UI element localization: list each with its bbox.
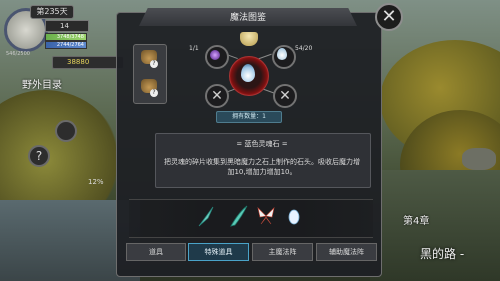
close-icon: ✕ — [381, 6, 397, 27]
item-strip — [129, 199, 373, 238]
blade-feather-icon[interactable] — [196, 204, 216, 228]
purple-orb-icon — [210, 50, 220, 60]
quantity-owned: 拥有数量：1 — [216, 111, 282, 123]
day-counter: 第235天 — [30, 5, 74, 19]
road-ground — [370, 170, 500, 281]
xp-text: 546/2500 — [6, 51, 30, 57]
butterfly-icon[interactable] — [256, 204, 276, 228]
tab-support-magic-circle[interactable]: 辅助魔法阵 — [316, 243, 377, 261]
item-description: 把灵魂的碎片收集到黑暗魔力之石上制作的石头。吸收后魔力增加10,增加力增加10。 — [164, 158, 360, 176]
unknown-badge: ? — [150, 60, 158, 68]
help-button[interactable]: ? — [28, 145, 50, 167]
x-icon: ✕ — [211, 88, 223, 104]
soul-crystal-icon — [277, 48, 287, 60]
soul-crystal-icon[interactable] — [284, 204, 304, 228]
ingredient-count-right: 54/20 — [295, 45, 313, 52]
panel-title: 魔法图鉴 — [229, 13, 266, 23]
ingredient-slot-bottom-left[interactable]: ✕ — [205, 84, 229, 108]
blue-soul-stone-icon — [241, 64, 255, 82]
tab-items[interactable]: 道具 — [126, 243, 186, 261]
rock — [462, 148, 496, 170]
tab-special-items[interactable]: 特殊道具 — [188, 243, 249, 261]
ingredient-slot-bottom-right[interactable]: ✕ — [273, 84, 297, 108]
hp-bar: 3748/3748 — [45, 33, 87, 41]
level-display: 14 — [45, 20, 89, 32]
gold-amount: 38880 — [52, 56, 124, 69]
x-icon: ✕ — [279, 88, 291, 104]
unknown-badge: ? — [150, 89, 158, 97]
chapter-label: 第4章 — [403, 216, 430, 227]
field-menu-label[interactable]: 野外目录 — [22, 76, 62, 91]
close-button[interactable]: ✕ — [375, 3, 403, 31]
item-name: = 蓝色灵魂石 = — [236, 140, 288, 148]
mp-bar: 2744/2764 — [45, 41, 87, 49]
curved-blade-icon[interactable] — [229, 204, 249, 228]
ingredient-count-left: 1/1 — [189, 45, 199, 52]
gear-icon[interactable] — [55, 120, 77, 142]
pot-icon — [240, 32, 258, 46]
chapter-title: 黑的路 - — [420, 247, 465, 261]
progress-percent: 12% — [88, 178, 104, 186]
tab-main-magic-circle[interactable]: 主魔法阵 — [252, 243, 313, 261]
